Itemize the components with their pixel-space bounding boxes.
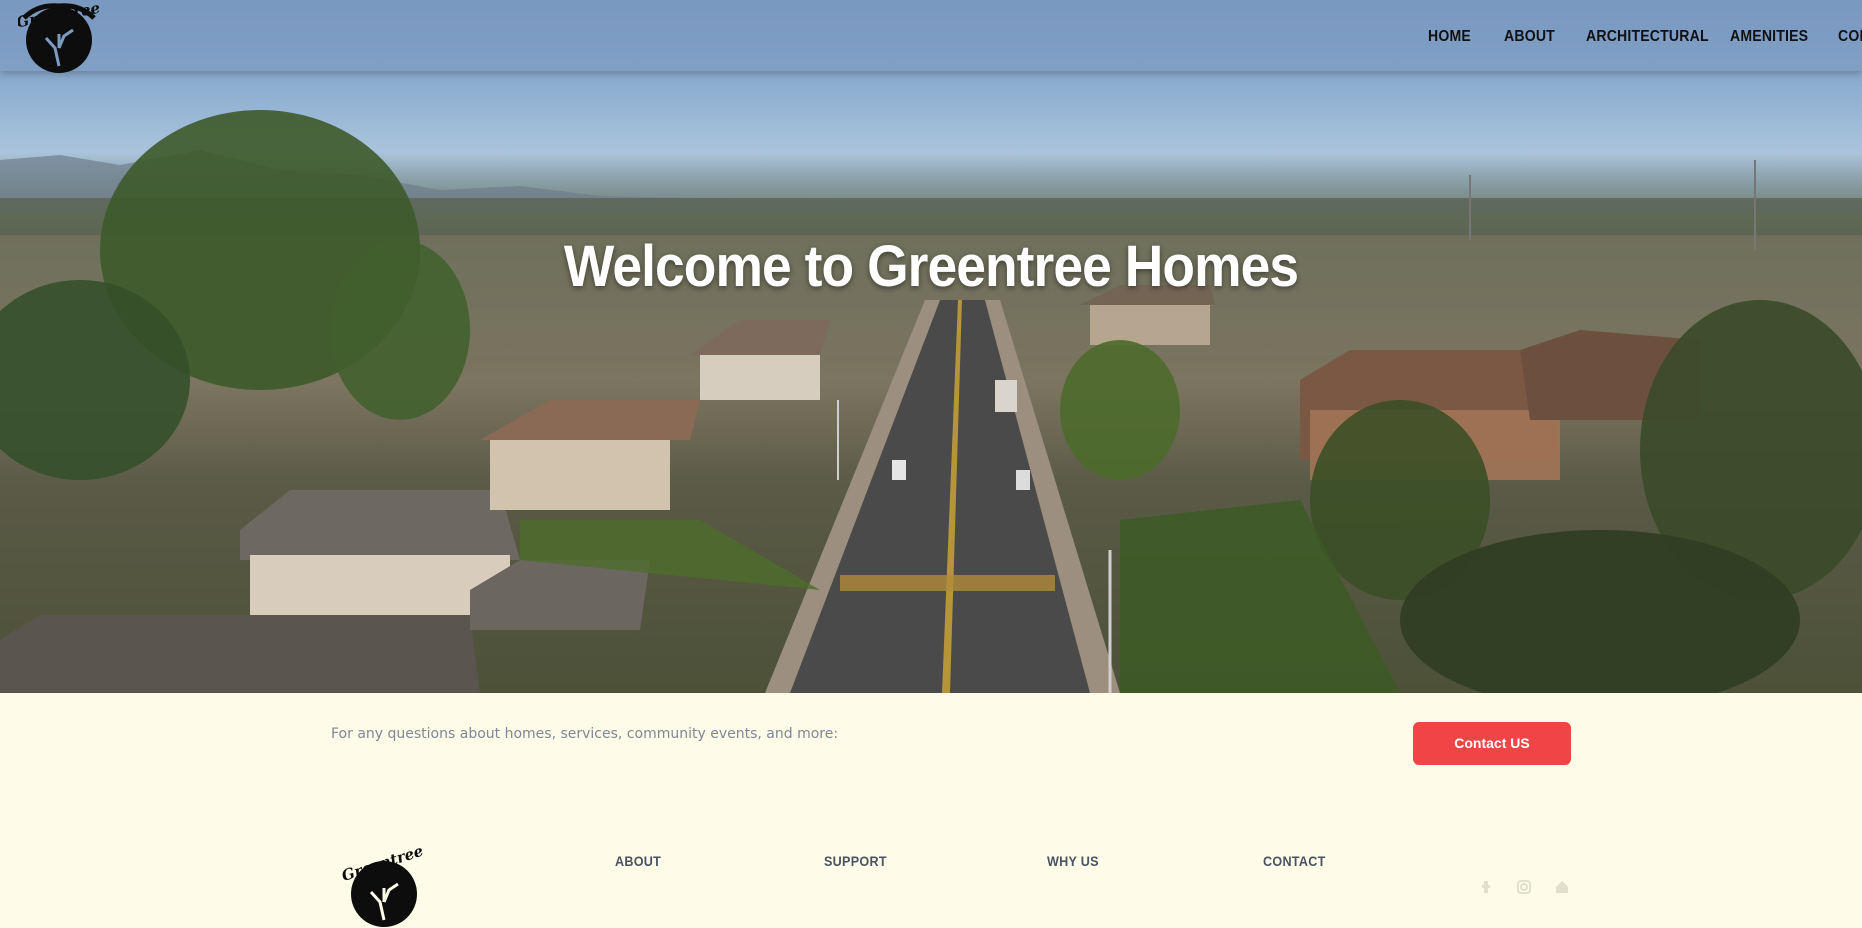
hero-section: Welcome to Greentree Homes bbox=[0, 0, 1862, 693]
footer: Greentree ABOUT SUPPORT WHY US CONTACT bbox=[0, 813, 1862, 928]
hero-title: Welcome to Greentree Homes bbox=[563, 234, 1299, 299]
footer-link-contact[interactable]: CONTACT bbox=[1263, 853, 1326, 869]
nav-item-contact-truncated[interactable]: CON bbox=[1838, 28, 1862, 46]
social-links bbox=[1478, 879, 1570, 895]
contact-us-button[interactable]: Contact US bbox=[1413, 722, 1571, 765]
footer-link-why-us[interactable]: WHY US bbox=[1047, 853, 1099, 869]
top-navbar: Greentree HOME ABOUT ARCHITECTURAL AMENI… bbox=[0, 0, 1862, 73]
hero-background-image bbox=[0, 110, 1862, 693]
contact-strip: For any questions about homes, services,… bbox=[0, 693, 1862, 813]
contact-prompt-text: For any questions about homes, services,… bbox=[331, 726, 839, 742]
footer-tree-logo-icon[interactable]: Greentree bbox=[342, 848, 426, 928]
footer-link-about[interactable]: ABOUT bbox=[615, 853, 661, 869]
facebook-icon[interactable] bbox=[1478, 879, 1494, 895]
footer-link-support[interactable]: SUPPORT bbox=[824, 853, 887, 869]
nav-item-architectural[interactable]: ARCHITECTURAL bbox=[1586, 28, 1709, 46]
tree-logo-icon[interactable]: Greentree bbox=[18, 0, 100, 76]
nav-item-home[interactable]: HOME bbox=[1428, 28, 1471, 46]
nav-item-about[interactable]: ABOUT bbox=[1504, 28, 1555, 46]
nav-item-amenities[interactable]: AMENITIES bbox=[1730, 28, 1808, 46]
instagram-icon[interactable] bbox=[1516, 879, 1532, 895]
home-icon[interactable] bbox=[1554, 879, 1570, 895]
